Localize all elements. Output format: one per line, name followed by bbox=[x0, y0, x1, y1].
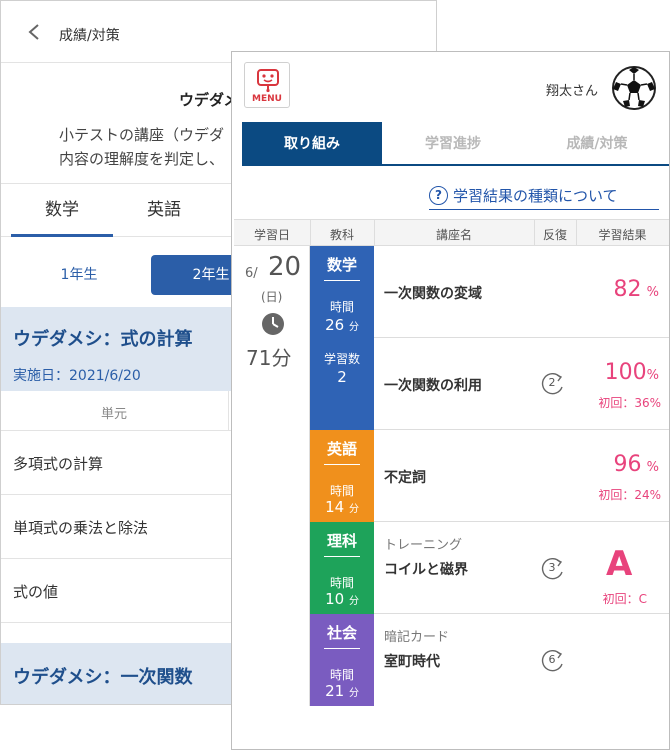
table-row[interactable]: トレーニング コイルと磁界 3 A 初回：C bbox=[374, 522, 669, 614]
result-score: 96 % bbox=[613, 452, 659, 477]
question-circle-icon: ? bbox=[429, 186, 448, 205]
col-header-result: 学習結果 bbox=[598, 228, 647, 242]
date-month: 6/ bbox=[245, 266, 258, 281]
time-label: 時間 bbox=[329, 300, 354, 314]
table-row[interactable]: 暗記カード 室町時代 6 bbox=[374, 614, 669, 706]
clock-icon bbox=[262, 313, 284, 335]
study-date-cell: 6/ 20 (日) 71分 bbox=[234, 246, 310, 706]
back-page-title: 成績/対策 bbox=[59, 28, 120, 44]
course-category: トレーニング bbox=[384, 538, 463, 553]
col-header-subject: 教科 bbox=[329, 228, 354, 242]
tab-english[interactable]: 英語 bbox=[113, 184, 215, 237]
repeat-count[interactable]: 6 bbox=[540, 650, 568, 672]
unit-header-label: 単元 bbox=[101, 407, 128, 422]
soccer-ball-icon[interactable] bbox=[611, 65, 657, 111]
repeat-count[interactable]: 2 bbox=[540, 373, 568, 395]
time-label: 時間 bbox=[329, 668, 354, 682]
table-header: 学習日 教科 講座名 反復 学習結果 bbox=[234, 219, 669, 246]
table-row[interactable]: 一次関数の利用 2 100% 初回：36% bbox=[374, 338, 669, 430]
subject-name: 数学 bbox=[326, 256, 357, 274]
subject-block-math: 数学 時間 26 分 学習数 2 bbox=[310, 246, 374, 430]
time-value: 26 分 bbox=[325, 316, 359, 334]
date-weekday: (日) bbox=[261, 290, 283, 304]
front-screen: MENU 翔太さん 取り組み 学習進捗 成績/対策 ? 学習結果の種類について … bbox=[231, 51, 670, 750]
chevron-left-icon[interactable] bbox=[27, 23, 41, 41]
result-grade: A bbox=[606, 544, 633, 584]
total-study-time: 71分 bbox=[246, 346, 292, 370]
time-value: 14 分 bbox=[325, 498, 359, 516]
tab-activities[interactable]: 取り組み bbox=[242, 122, 382, 166]
table-row[interactable]: 不定詞 96 % 初回：24% bbox=[374, 430, 669, 522]
course-name: 一次関数の変域 bbox=[384, 286, 482, 302]
result-score: 100% bbox=[604, 360, 659, 385]
count-value: 2 bbox=[337, 368, 347, 386]
first-attempt-score: 初回：24% bbox=[598, 488, 661, 502]
course-name: 不定詞 bbox=[384, 470, 426, 486]
course-name: 室町時代 bbox=[384, 654, 440, 670]
user-name: 翔太さん bbox=[546, 84, 599, 99]
first-attempt-score: 初回：36% bbox=[598, 396, 661, 410]
col-header-date: 学習日 bbox=[253, 228, 290, 242]
table-row[interactable]: 一次関数の変域 82 % bbox=[374, 246, 669, 338]
first-attempt-score: 初回：C bbox=[602, 592, 647, 606]
robot-face-icon bbox=[257, 69, 279, 93]
subject-block-social: 社会 時間 21 分 bbox=[310, 614, 374, 706]
menu-label: MENU bbox=[252, 94, 282, 104]
back-heading: ウデダメ bbox=[179, 91, 239, 109]
menu-button[interactable]: MENU bbox=[244, 62, 290, 108]
col-header-course: 講座名 bbox=[435, 228, 472, 242]
unit-name: 式の値 bbox=[13, 583, 59, 601]
course-name: コイルと磁界 bbox=[384, 562, 468, 578]
subject-name: 英語 bbox=[326, 440, 357, 458]
subject-name: 理科 bbox=[326, 532, 357, 550]
grade-1-button[interactable]: 1年生 bbox=[19, 255, 139, 295]
test-date: 実施日：2021/6/20 bbox=[13, 368, 141, 384]
col-header-repeat: 反復 bbox=[542, 228, 567, 242]
subject-block-english: 英語 時間 14 分 bbox=[310, 430, 374, 522]
unit-name: 単項式の乗法と除法 bbox=[13, 519, 149, 537]
result-score: 82 % bbox=[613, 277, 659, 302]
count-label: 学習数 bbox=[323, 352, 360, 366]
unit-name: 多項式の計算 bbox=[13, 455, 104, 473]
main-tabs: 取り組み 学習進捗 成績/対策 bbox=[242, 122, 669, 166]
course-category: 暗記カード bbox=[384, 630, 450, 645]
test-name: ウデダメシ：式の計算 bbox=[13, 329, 193, 350]
time-label: 時間 bbox=[329, 576, 354, 590]
test-name: ウデダメシ：一次関数 bbox=[13, 667, 193, 688]
time-label: 時間 bbox=[329, 484, 354, 498]
subject-name: 社会 bbox=[326, 624, 357, 642]
result-types-help-link[interactable]: ? 学習結果の種類について bbox=[429, 184, 659, 210]
tab-math[interactable]: 数学 bbox=[11, 184, 113, 237]
tab-progress[interactable]: 学習進捗 bbox=[382, 122, 524, 166]
help-link-label: 学習結果の種類について bbox=[453, 187, 618, 205]
time-value: 21 分 bbox=[325, 682, 359, 700]
repeat-count[interactable]: 3 bbox=[540, 558, 568, 580]
date-day: 20 bbox=[268, 252, 302, 282]
tab-results[interactable]: 成績/対策 bbox=[524, 122, 669, 166]
time-value: 10 分 bbox=[325, 590, 359, 608]
subject-block-science: 理科 時間 10 分 bbox=[310, 522, 374, 614]
course-name: 一次関数の利用 bbox=[384, 378, 482, 394]
